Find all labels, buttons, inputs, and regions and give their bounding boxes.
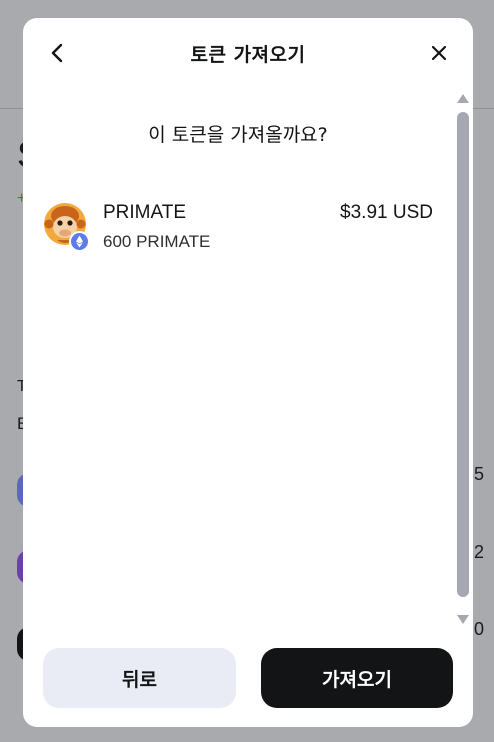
bg-divider xyxy=(473,108,494,109)
close-icon[interactable] xyxy=(426,40,452,66)
modal-title: 토큰 가져오기 xyxy=(190,44,306,66)
bg-text: 2 xyxy=(474,542,485,562)
back-button[interactable]: 뒤로 xyxy=(43,648,236,708)
scrollbar[interactable] xyxy=(455,94,471,624)
token-list-item: PRIMATE 600 PRIMATE $3.91 USD xyxy=(43,200,433,260)
modal-header: 토큰 가져오기 xyxy=(23,18,473,88)
scrollbar-thumb[interactable] xyxy=(457,112,469,597)
token-usd-value: $3.91 USD xyxy=(340,202,433,223)
scroll-up-arrow-icon[interactable] xyxy=(457,94,469,103)
import-token-modal: 토큰 가져오기 이 토큰을 가져올까요? PRIMATE 600 PRIMATE… xyxy=(23,18,473,727)
bg-divider xyxy=(0,108,23,109)
token-amount: 600 PRIMATE xyxy=(103,232,211,251)
bg-text: 5 xyxy=(474,464,485,484)
confirm-question: 이 토큰을 가져올까요? xyxy=(148,124,328,146)
token-name: PRIMATE xyxy=(103,202,187,223)
import-button[interactable]: 가져오기 xyxy=(261,648,453,708)
ethereum-icon xyxy=(69,231,90,252)
bg-text: 0 xyxy=(474,619,485,639)
scroll-down-arrow-icon[interactable] xyxy=(457,615,469,624)
